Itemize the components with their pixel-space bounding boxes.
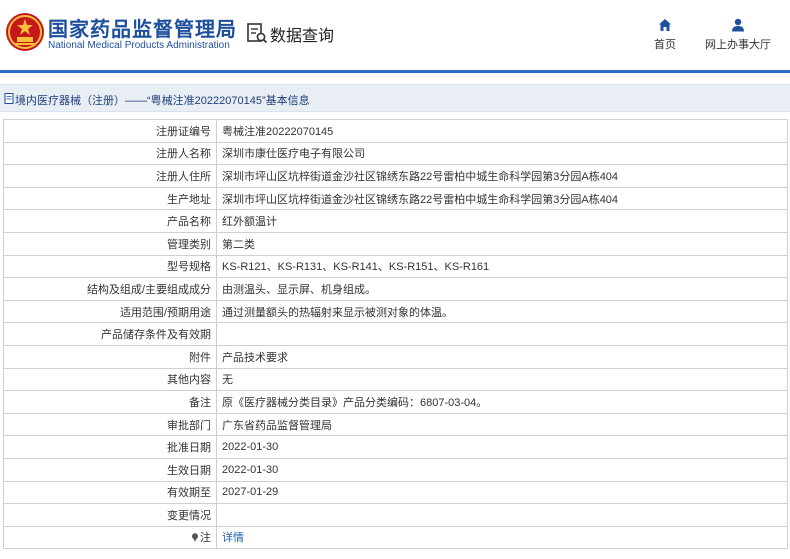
header-divider — [0, 70, 790, 73]
row-label: 备注 — [3, 390, 217, 414]
row-value: 深圳市坪山区坑梓街道金沙社区锦绣东路22号雷柏中城生命科学园第3分园A栋404 — [216, 164, 788, 188]
row-label: 产品储存条件及有效期 — [3, 322, 217, 346]
table-row: 有效期至 2027-01-29 — [3, 480, 788, 505]
page-section-title: 数据查询 — [270, 28, 335, 45]
pin-icon — [192, 533, 198, 543]
row-value: 粤械注准20222070145 — [216, 119, 788, 143]
row-value: 产品技术要求 — [216, 344, 788, 369]
row-label: 注册人名称 — [3, 141, 217, 166]
table-row: 注册人名称 深圳市康仕医疗电子有限公司 — [3, 141, 788, 166]
data-search-icon — [247, 23, 268, 44]
note-label-cell: 注 — [3, 525, 217, 550]
row-label: 型号规格 — [3, 254, 217, 279]
row-label: 产品名称 — [3, 209, 217, 233]
row-value: 2022-01-30 — [216, 435, 788, 459]
home-icon — [659, 19, 671, 31]
row-label: 生效日期 — [3, 457, 217, 482]
row-label: 审批部门 — [3, 412, 217, 437]
row-label: 批准日期 — [3, 435, 217, 459]
table-row: 注册人住所 深圳市坪山区坑梓街道金沙社区锦绣东路22号雷柏中城生命科学园第3分园A… — [3, 164, 788, 188]
table-row: 审批部门 广东省药品监督管理局 — [3, 412, 788, 437]
row-value: 原《医疗器械分类目录》产品分类编码：6807-03-04。 — [216, 390, 788, 414]
table-row: 生效日期 2022-01-30 — [3, 457, 788, 482]
table-row: 产品储存条件及有效期 — [3, 322, 788, 346]
table-row: 产品名称 红外额温计 — [3, 209, 788, 233]
row-value: 深圳市坪山区坑梓街道金沙社区锦绣东路22号雷柏中城生命科学园第3分园A栋404 — [216, 186, 788, 211]
table-row: 批准日期 2022-01-30 — [3, 435, 788, 459]
table-row: 注册证编号 粤械注准20222070145 — [3, 119, 788, 143]
table-row: 型号规格 KS-R121、KS-R131、KS-R141、KS-R151、KS-R… — [3, 254, 788, 279]
detail-table: 注册证编号 粤械注准20222070145 注册人名称 深圳市康仕医疗电子有限公司 … — [3, 119, 788, 550]
row-label: 注册人住所 — [3, 164, 217, 188]
nav-home-label: 首页 — [654, 39, 676, 51]
row-value: 红外额温计 — [216, 209, 788, 233]
table-row: 注 详情 — [3, 525, 788, 550]
breadcrumb-text: 境内医疗器械（注册）——“粤械注准20222070145”基本信息 — [15, 95, 310, 107]
row-value — [216, 322, 788, 346]
table-row: 变更情况 — [3, 503, 788, 527]
row-value: 通过测量额头的热辐射来显示被测对象的体温。 — [216, 299, 788, 324]
row-value: 第二类 — [216, 231, 788, 256]
table-row: 备注 原《医疗器械分类目录》产品分类编码：6807-03-04。 — [3, 390, 788, 414]
row-label: 管理类别 — [3, 231, 217, 256]
table-row: 结构及组成/主要组成成分 由测温头、显示屏、机身组成。 — [3, 277, 788, 301]
row-value: 2027-01-29 — [216, 480, 788, 505]
nav-online-service-link[interactable]: 网上办事大厅 — [700, 18, 776, 52]
row-label: 结构及组成/主要组成成分 — [3, 277, 217, 301]
details-link[interactable]: 详情 — [222, 532, 244, 544]
row-label: 其他内容 — [3, 367, 217, 392]
row-value: KS-R121、KS-R131、KS-R141、KS-R151、KS-R161 — [216, 254, 788, 279]
document-icon — [4, 93, 14, 104]
breadcrumb: 境内医疗器械（注册）——“粤械注准20222070145”基本信息 — [0, 84, 790, 112]
row-value: 无 — [216, 367, 788, 392]
row-value: 由测温头、显示屏、机身组成。 — [216, 277, 788, 301]
brand-subtitle: National Medical Products Administration — [48, 40, 230, 51]
row-label: 附件 — [3, 344, 217, 369]
site-header: 国家药品监督管理局 National Medical Products Admi… — [0, 0, 790, 70]
nav-home-link[interactable]: 首页 — [650, 18, 680, 52]
row-label: 注册证编号 — [3, 119, 217, 143]
user-icon — [732, 18, 744, 32]
row-label: 变更情况 — [3, 503, 217, 527]
row-label: 有效期至 — [3, 480, 217, 505]
row-value: 广东省药品监督管理局 — [216, 412, 788, 437]
note-value-cell: 详情 — [216, 525, 788, 550]
row-value: 深圳市康仕医疗电子有限公司 — [216, 141, 788, 166]
row-value: 2022-01-30 — [216, 457, 788, 482]
nav-online-service-label: 网上办事大厅 — [705, 39, 771, 51]
table-row: 附件 产品技术要求 — [3, 344, 788, 369]
brand-title: 国家药品监督管理局 — [48, 19, 237, 41]
note-label: 注 — [200, 532, 211, 545]
national-emblem-icon — [6, 13, 44, 51]
table-row: 管理类别 第二类 — [3, 231, 788, 256]
row-label: 生产地址 — [3, 186, 217, 211]
table-row: 生产地址 深圳市坪山区坑梓街道金沙社区锦绣东路22号雷柏中城生命科学园第3分园A栋… — [3, 186, 788, 211]
table-row: 其他内容无 — [3, 367, 788, 392]
table-row: 适用范围/预期用途 通过测量额头的热辐射来显示被测对象的体温。 — [3, 299, 788, 324]
row-label: 适用范围/预期用途 — [3, 299, 217, 324]
row-value — [216, 503, 788, 527]
